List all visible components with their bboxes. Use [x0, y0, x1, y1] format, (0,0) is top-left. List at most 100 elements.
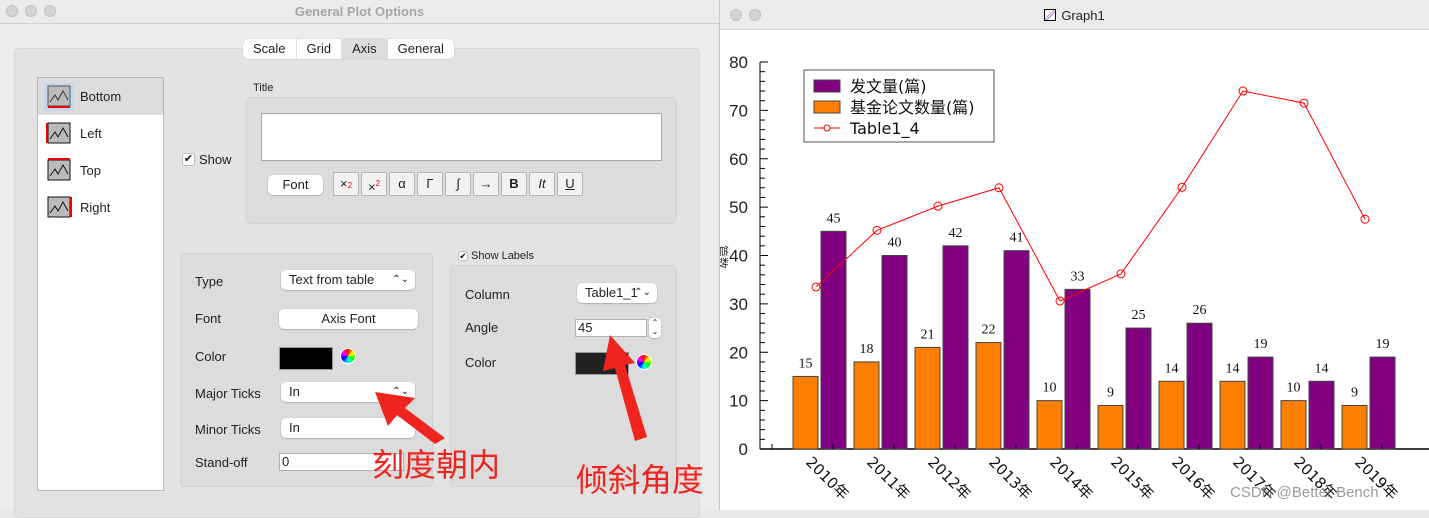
bar-funded-papers	[975, 342, 1002, 450]
tab-grid[interactable]: Grid	[297, 39, 343, 59]
axis-title-input[interactable]	[261, 113, 662, 161]
bar-publications	[1125, 327, 1152, 450]
column-label: Column	[465, 287, 510, 302]
subscript-button[interactable]: ×2	[333, 172, 359, 196]
tab-axis[interactable]: Axis	[342, 39, 388, 59]
column-select-value: Table1_1	[585, 285, 638, 300]
bar-funded-papers	[1158, 380, 1185, 450]
right-axis-icon	[47, 196, 72, 217]
data-label-publications: 26	[1193, 303, 1207, 318]
x-tick-label: 2012年	[924, 453, 974, 503]
checkmark-icon: ✔	[182, 153, 195, 166]
font-label: Font	[195, 311, 222, 326]
axis-item-label: Right	[80, 200, 111, 215]
data-label-funded: 18	[860, 342, 874, 357]
label-color-label: Color	[465, 355, 497, 370]
axis-item-bottom[interactable]: Bottom	[38, 78, 163, 115]
bar-publications	[1003, 250, 1030, 450]
title-font-button[interactable]: Font	[268, 175, 323, 195]
y-tick-label: 0	[739, 440, 748, 459]
y-tick-label: 80	[729, 53, 748, 72]
gamma-button[interactable]: Γ	[417, 172, 443, 196]
x-tick-label: 2016年	[1168, 453, 1218, 503]
dialog-title: General Plot Options	[294, 4, 425, 19]
data-label-publications: 14	[1315, 361, 1329, 376]
legend-swatch	[813, 100, 841, 114]
standoff-label: Stand-off	[195, 455, 248, 470]
bar-funded-papers	[1341, 404, 1368, 450]
bar-publications	[1369, 356, 1396, 450]
axis-item-left[interactable]: Left	[38, 115, 163, 152]
data-label-publications: 41	[1010, 231, 1024, 246]
minor-ticks-label: Minor Ticks	[195, 422, 261, 437]
tab-scale[interactable]: Scale	[243, 39, 297, 59]
show-title-checkbox[interactable]: ✔ Show	[182, 152, 232, 167]
axis-item-label: Left	[80, 126, 102, 141]
chevron-updown-icon: ⌃⌄	[634, 287, 651, 298]
legend-label: 发文量(篇)	[850, 77, 927, 96]
y-tick-label: 60	[729, 150, 748, 169]
top-axis-icon	[47, 157, 71, 180]
data-label-publications: 19	[1254, 337, 1268, 352]
type-select[interactable]: Text from table ⌃⌄	[281, 270, 415, 290]
chevron-updown-icon: ⌃⌄	[392, 274, 409, 285]
bottom-axis-icon	[44, 82, 74, 111]
color-wheel-icon[interactable]	[340, 348, 356, 364]
data-label-funded: 14	[1226, 361, 1240, 376]
legend-label: Table1_4	[849, 119, 920, 139]
data-label-publications: 42	[949, 226, 963, 241]
arrow-button[interactable]: →	[473, 172, 499, 196]
legend-swatch	[813, 79, 841, 93]
data-label-funded: 15	[799, 356, 813, 371]
bar-funded-papers	[1219, 380, 1246, 450]
bar-funded-papers	[792, 375, 819, 450]
y-tick-label: 40	[729, 247, 748, 266]
annotation-arrow-angle	[603, 335, 647, 441]
alpha-button[interactable]: α	[389, 172, 415, 196]
bar-publications	[820, 230, 847, 450]
checkmark-icon: ✔	[458, 251, 468, 261]
show-labels-checkbox[interactable]: ✔ Show Labels	[458, 250, 534, 262]
bar-publications	[1064, 288, 1091, 450]
bar-funded-papers	[914, 346, 941, 450]
annotation-arrow-ticks	[375, 392, 445, 444]
minor-ticks-value: In	[289, 420, 300, 435]
axis-list: Bottom Left Top Right	[37, 77, 164, 491]
axis-item-right[interactable]: Right	[38, 189, 163, 226]
bold-button[interactable]: B	[501, 172, 527, 196]
graph-window: Graph1 0 10 20 30 40 50 60 70 80 篇数 15 45 2010年 18 40 2…	[720, 0, 1429, 510]
y-tick-label: 10	[729, 392, 748, 411]
left-axis-icon	[46, 122, 71, 143]
column-select[interactable]: Table1_1 ⌃⌄	[577, 283, 657, 303]
axis-color-swatch[interactable]	[279, 347, 333, 370]
axis-font-button[interactable]: Axis Font	[279, 309, 418, 329]
data-label-funded: 22	[982, 323, 996, 338]
bar-funded-papers	[1097, 404, 1124, 450]
bar-publications	[1186, 322, 1213, 450]
data-label-publications: 45	[827, 211, 841, 226]
show-labels-label: Show Labels	[471, 250, 534, 262]
data-label-publications: 19	[1376, 337, 1390, 352]
angle-label: Angle	[465, 320, 499, 335]
x-tick-label: 2011年	[863, 453, 913, 503]
x-tick-label: 2015年	[1107, 453, 1157, 503]
watermark: CSDN @Better Bench	[1230, 484, 1379, 501]
axis-item-top[interactable]: Top	[38, 152, 163, 189]
show-label: Show	[199, 152, 232, 167]
chart: 0 10 20 30 40 50 60 70 80 篇数 15 45 2010年 18 40 2011年 21 4…	[720, 53, 1429, 503]
underline-button[interactable]: U	[557, 172, 583, 196]
superscript-button[interactable]: ×2	[361, 172, 387, 196]
tab-general[interactable]: General	[388, 39, 454, 59]
bar-funded-papers	[1036, 400, 1063, 450]
data-label-funded: 21	[921, 327, 935, 342]
annotation-ticks-inward: 刻度朝内	[372, 447, 501, 483]
major-ticks-label: Major Ticks	[195, 386, 261, 401]
tab-bar: Scale Grid Axis General	[243, 39, 454, 59]
x-tick-label: 2013年	[985, 453, 1035, 503]
data-label-publications: 40	[888, 236, 902, 251]
y-tick-label: 20	[729, 343, 748, 362]
format-toolbar: ×2 ×2 α Γ ∫ → B It U	[333, 172, 583, 196]
bar-publications	[942, 245, 969, 450]
integral-button[interactable]: ∫	[445, 172, 471, 196]
italic-button[interactable]: It	[529, 172, 555, 196]
